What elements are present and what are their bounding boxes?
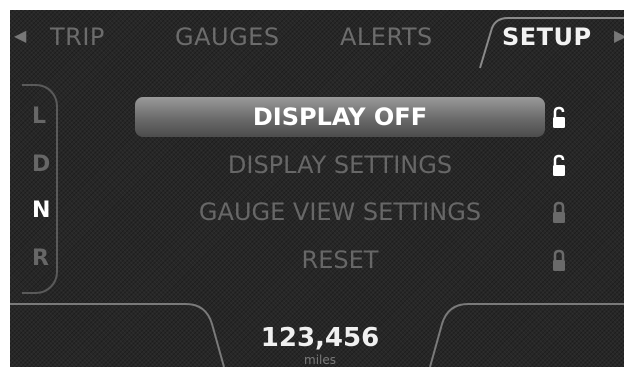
menu-item-reset[interactable]: RESET (135, 240, 545, 280)
tab-trip[interactable]: TRIP (50, 23, 105, 51)
menu-item-label: GAUGE VIEW SETTINGS (198, 198, 482, 226)
gear-l: L (32, 104, 47, 129)
unlocked-icon (553, 154, 565, 176)
unlocked-icon (553, 106, 565, 128)
locked-icon (553, 249, 565, 271)
gear-n: N (32, 198, 51, 223)
gear-d: D (32, 152, 51, 177)
tab-alerts[interactable]: ALERTS (340, 23, 433, 51)
instrument-display: ◀ TRIP GAUGES ALERTS SETUP ▶ L D N R DIS… (10, 10, 624, 367)
tab-gauges[interactable]: GAUGES (175, 23, 280, 51)
scroll-left-icon[interactable]: ◀ (14, 26, 26, 45)
menu-item-display-settings[interactable]: DISPLAY SETTINGS (135, 145, 545, 185)
gear-r: R (32, 246, 49, 271)
tab-bar: ◀ TRIP GAUGES ALERTS SETUP ▶ (10, 10, 624, 70)
locked-icon (553, 201, 565, 223)
odometer-unit: miles (304, 353, 336, 367)
menu-item-label: DISPLAY SETTINGS (227, 151, 453, 179)
tab-setup[interactable]: SETUP (502, 23, 592, 51)
scroll-right-icon[interactable]: ▶ (614, 26, 624, 45)
menu-item-gauge-view-settings[interactable]: GAUGE VIEW SETTINGS (135, 192, 545, 232)
odometer-value: 123,456 (260, 323, 380, 353)
menu-item-label: DISPLAY OFF (252, 103, 428, 131)
menu-item-label: RESET (301, 246, 379, 274)
menu-item-display-off[interactable]: DISPLAY OFF (135, 97, 545, 137)
